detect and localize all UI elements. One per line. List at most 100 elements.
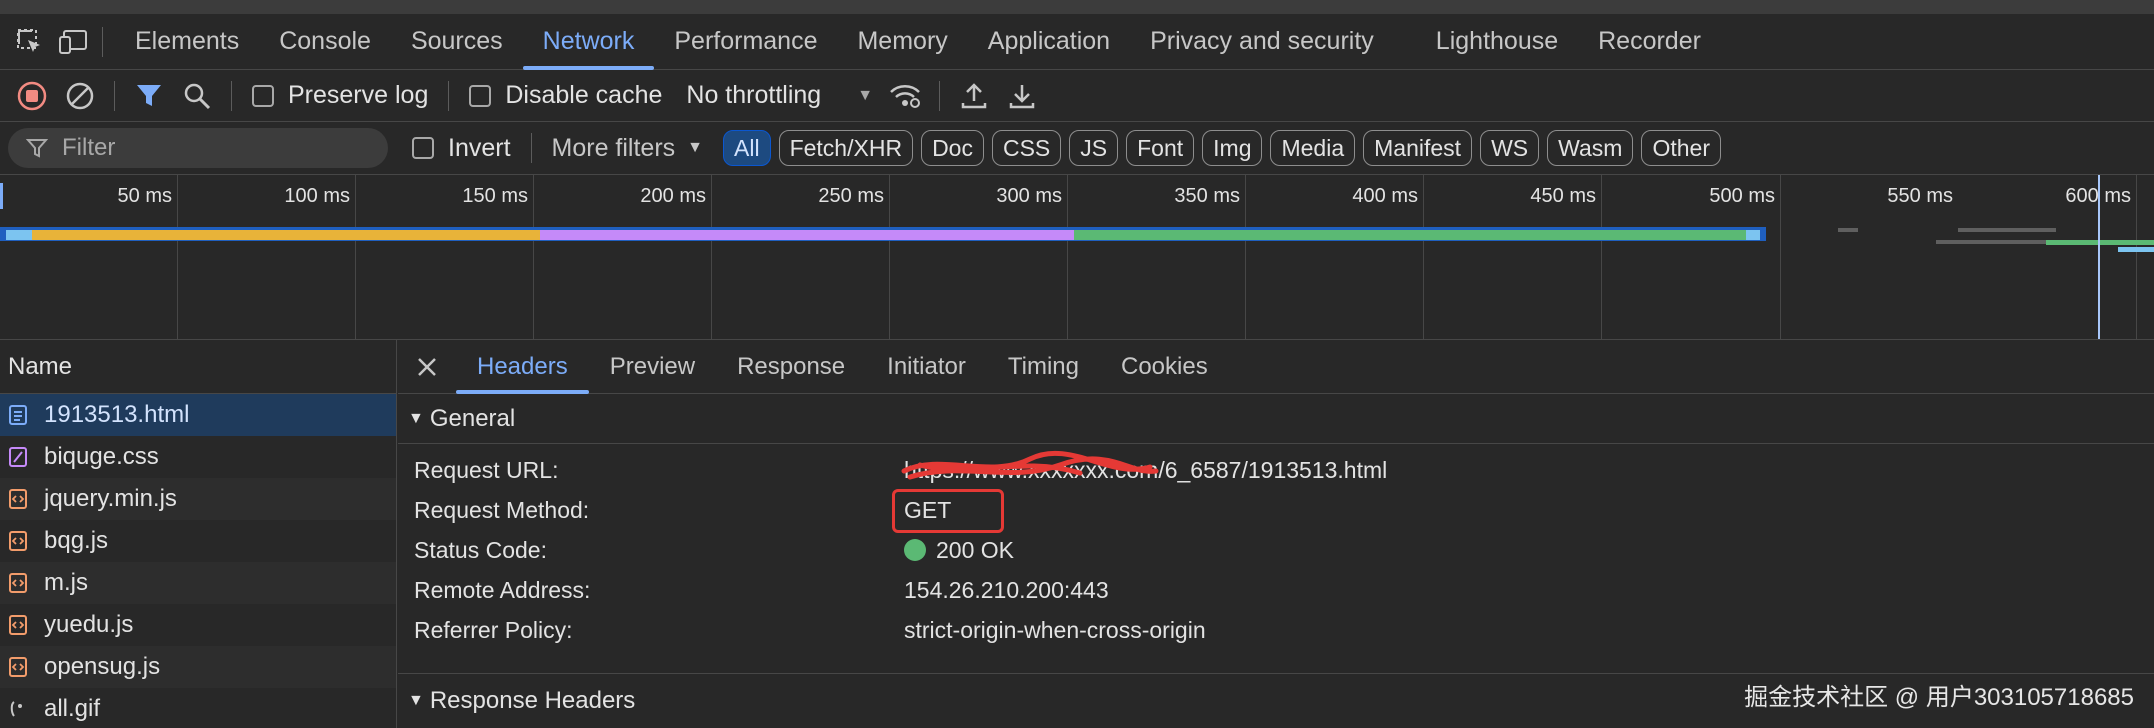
chip-ws[interactable]: WS (1480, 130, 1540, 166)
throttling-select[interactable]: No throttling ▼ (686, 81, 873, 110)
network-conditions-icon[interactable] (881, 72, 929, 120)
record-stop-button[interactable] (8, 72, 56, 120)
tab-performance[interactable]: Performance (654, 14, 837, 70)
request-row[interactable]: biquge.css (0, 436, 396, 478)
close-icon[interactable] (398, 340, 456, 394)
timeline-tick: 250 ms (818, 185, 884, 207)
header-value[interactable]: GET (892, 488, 1004, 533)
disable-cache-label: Disable cache (505, 81, 663, 109)
tab-lighthouse[interactable]: Lighthouse (1416, 14, 1578, 70)
request-name: 1913513.html (44, 401, 190, 428)
waterfall-small-bar (1838, 228, 1858, 232)
waterfall-segment-connect (32, 230, 540, 240)
script-icon (8, 530, 28, 552)
timeline-tick: 50 ms (117, 185, 172, 207)
request-row[interactable]: m.js (0, 562, 396, 604)
request-row[interactable]: all.gif (0, 688, 396, 728)
preserve-log-label: Preserve log (288, 81, 429, 109)
timeline-tick: 500 ms (1709, 185, 1775, 207)
header-value[interactable]: 200 OK (904, 537, 1014, 564)
tab-network[interactable]: Network (522, 14, 655, 70)
toolbar-separator (114, 80, 115, 111)
chip-media[interactable]: Media (1270, 130, 1356, 166)
script-icon (8, 572, 28, 594)
request-row[interactable]: opensug.js (0, 646, 396, 688)
timeline-tick: 350 ms (1174, 185, 1240, 207)
tab-preview[interactable]: Preview (589, 340, 716, 394)
script-icon (8, 488, 28, 510)
timeline-gridline (1601, 175, 1602, 339)
header-key: Request Method: (414, 496, 590, 523)
inspect-element-icon[interactable] (8, 14, 52, 70)
request-name: opensug.js (44, 653, 161, 680)
chip-doc[interactable]: Doc (921, 130, 984, 166)
referrer-policy-value[interactable]: strict-origin-when-cross-origin (904, 617, 1206, 644)
disable-cache-checkbox[interactable]: Disable cache (469, 81, 662, 110)
chip-img[interactable]: Img (1202, 130, 1263, 166)
timeline-gridline (1245, 175, 1246, 339)
waterfall-segment-dns (6, 230, 32, 240)
more-filters-dropdown[interactable]: More filters ▼ (552, 134, 703, 163)
window-top-strip (0, 0, 2154, 14)
preserve-log-box[interactable] (252, 84, 274, 107)
general-section-header[interactable]: ▼ General (398, 394, 2154, 444)
tab-memory[interactable]: Memory (837, 14, 967, 70)
filter-icon (26, 139, 48, 158)
chip-css[interactable]: CSS (991, 130, 1062, 166)
tab-recorder[interactable]: Recorder (1578, 14, 1721, 70)
tab-sources[interactable]: Sources (391, 14, 523, 70)
chip-manifest[interactable]: Manifest (1363, 130, 1473, 166)
filter-toggle-icon[interactable] (125, 72, 173, 120)
chip-js[interactable]: JS (1069, 130, 1119, 166)
chip-font[interactable]: Font (1126, 130, 1195, 166)
name-column-header[interactable]: Name (0, 340, 396, 394)
timeline-left-handle[interactable] (0, 183, 3, 209)
timeline-tick: 300 ms (996, 185, 1062, 207)
tab-privacy-and-security[interactable]: Privacy and security (1130, 14, 1394, 70)
more-filters-label: More filters (551, 133, 676, 162)
timeline-tick: 550 ms (1887, 185, 1953, 207)
toolbar-separator (939, 80, 941, 111)
waterfall-segment-ssl (540, 230, 1074, 240)
chip-fetch-xhr[interactable]: Fetch/XHR (778, 130, 914, 166)
device-toolbar-icon[interactable] (52, 14, 96, 70)
remote-address-value[interactable]: 154.26.210.200:443 (904, 577, 1109, 604)
triangle-down-icon: ▼ (408, 409, 424, 427)
request-row[interactable]: jquery.min.js (0, 478, 396, 520)
timeline-gridline (1780, 175, 1781, 339)
timeline-gridline (177, 175, 178, 339)
waterfall-segment-download (1746, 230, 1760, 240)
invert-box[interactable] (412, 137, 434, 159)
invert-checkbox[interactable]: Invert (412, 134, 511, 163)
request-row[interactable]: yuedu.js (0, 604, 396, 646)
timeline-tick: 150 ms (462, 185, 528, 207)
tab-elements[interactable]: Elements (115, 14, 259, 70)
tab-timing[interactable]: Timing (987, 340, 1100, 394)
scribble-redaction (901, 450, 1159, 479)
header-row-referrer-policy: Referrer Policy: strict-origin-when-cros… (398, 610, 2154, 650)
clear-icon[interactable] (56, 72, 104, 120)
chip-other[interactable]: Other (1641, 130, 1721, 166)
chip-wasm[interactable]: Wasm (1547, 130, 1634, 166)
tab-application[interactable]: Application (968, 14, 1130, 70)
filter-bar: Filter Invert More filters ▼ All Fetch/X… (0, 122, 2154, 175)
request-row[interactable]: 1913513.html (0, 394, 396, 436)
tab-response[interactable]: Response (716, 340, 866, 394)
header-value[interactable]: https://www.xxxxxxx.com/6_6587/1913513.h… (901, 450, 1387, 484)
filter-input[interactable]: Filter (8, 128, 388, 168)
search-icon[interactable] (173, 72, 221, 120)
preserve-log-checkbox[interactable]: Preserve log (252, 81, 428, 110)
timeline-overview[interactable]: 50 ms 100 ms 150 ms 200 ms 250 ms 300 ms… (0, 175, 2154, 340)
timeline-gridline (1067, 175, 1068, 339)
chip-all[interactable]: All (723, 130, 771, 166)
image-icon (8, 698, 28, 720)
request-details-pane: Headers Preview Response Initiator Timin… (398, 340, 2154, 728)
tab-console[interactable]: Console (259, 14, 391, 70)
export-har-icon[interactable] (998, 72, 1046, 120)
disable-cache-box[interactable] (469, 84, 492, 107)
tab-cookies[interactable]: Cookies (1100, 340, 1229, 394)
tab-headers[interactable]: Headers (456, 340, 589, 394)
import-har-icon[interactable] (950, 72, 998, 120)
request-row[interactable]: bqg.js (0, 520, 396, 562)
tab-initiator[interactable]: Initiator (866, 340, 987, 394)
